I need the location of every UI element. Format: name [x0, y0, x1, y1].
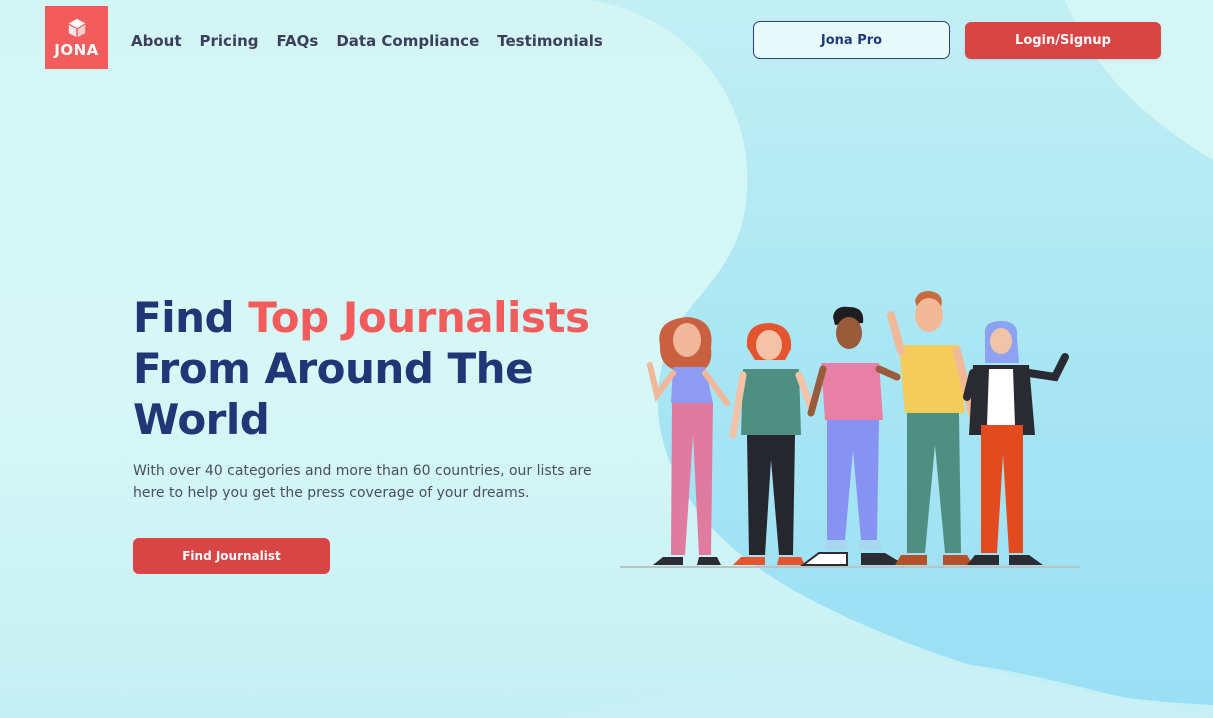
hero-subtitle: With over 40 categories and more than 60…: [133, 463, 592, 501]
hero-title-accent: Top Journalists: [248, 293, 590, 342]
person-2-figure: [729, 323, 815, 565]
main-nav: About Pricing FAQs Data Compliance Testi…: [131, 32, 603, 50]
jona-pro-button[interactable]: Jona Pro: [753, 21, 950, 59]
hero-title-line2: From Around The: [133, 344, 534, 393]
nav-link-faqs[interactable]: FAQs: [277, 32, 319, 50]
login-signup-button[interactable]: Login/Signup: [965, 22, 1161, 59]
nav-link-about[interactable]: About: [131, 32, 182, 50]
nav-link-testimonials[interactable]: Testimonials: [497, 32, 603, 50]
person-4-figure: [887, 291, 979, 565]
person-5-figure: [963, 321, 1069, 565]
person-3-figure: [800, 306, 905, 566]
people-illustration: [620, 291, 1080, 568]
cube-icon: [68, 18, 85, 37]
person-1-figure: [647, 317, 730, 565]
hero-title-line3: World: [133, 395, 270, 444]
brand-logo[interactable]: JONA: [45, 6, 108, 69]
nav-link-pricing[interactable]: Pricing: [200, 32, 259, 50]
brand-name: JONA: [54, 40, 99, 59]
nav-link-data-compliance[interactable]: Data Compliance: [336, 32, 479, 50]
hero-title-part1: Find: [133, 293, 249, 342]
hero-title: Find Top Journalists From Around The Wor…: [133, 292, 603, 445]
find-journalist-button[interactable]: Find Journalist: [133, 538, 330, 574]
